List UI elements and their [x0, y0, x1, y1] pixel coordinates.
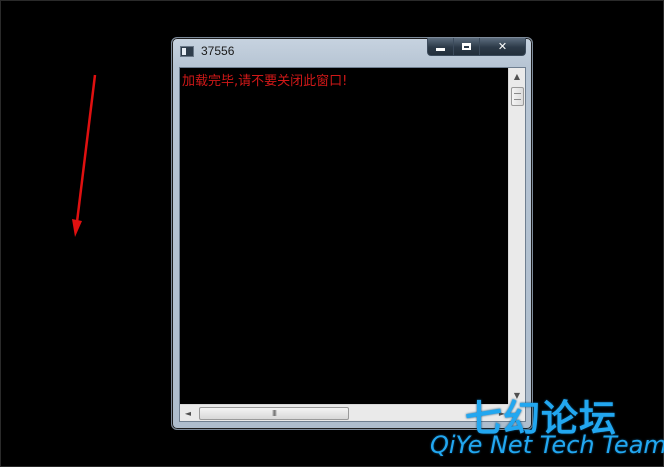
close-icon: ✕ — [497, 40, 508, 53]
horizontal-scrollbar[interactable]: ◄ III ► — [180, 404, 510, 421]
vertical-scroll-thumb[interactable] — [511, 87, 524, 106]
minimize-icon — [436, 48, 445, 51]
vertical-scrollbar[interactable]: ▲ ▼ — [508, 68, 525, 404]
title-bar[interactable]: 37556 ✕ — [172, 38, 532, 65]
grip-icon: III — [271, 408, 277, 418]
console-window[interactable]: 37556 ✕ 加载完毕,请不要关闭此窗口! ▲ ▼ ◄ III ► — [171, 37, 533, 430]
maximize-icon — [462, 43, 471, 50]
maximize-button[interactable] — [454, 38, 480, 56]
horizontal-scroll-thumb[interactable]: III — [199, 407, 349, 420]
arrow-left-icon: ◄ — [184, 408, 192, 418]
console-message: 加载完毕,请不要关闭此窗口! — [182, 74, 348, 89]
watermark-english: QiYe Net Tech Team — [430, 431, 664, 459]
close-button[interactable]: ✕ — [480, 38, 526, 56]
arrow-up-icon: ▲ — [513, 72, 521, 81]
minimize-button[interactable] — [427, 38, 454, 56]
scroll-up-button[interactable]: ▲ — [509, 68, 525, 85]
caption-buttons: ✕ — [427, 38, 526, 57]
window-title: 37556 — [201, 44, 235, 58]
console-app-icon[interactable] — [180, 46, 194, 57]
scroll-left-button[interactable]: ◄ — [180, 405, 196, 421]
console-output-area[interactable]: 加载完毕,请不要关闭此窗口! ▲ ▼ ◄ III ► — [179, 67, 526, 422]
